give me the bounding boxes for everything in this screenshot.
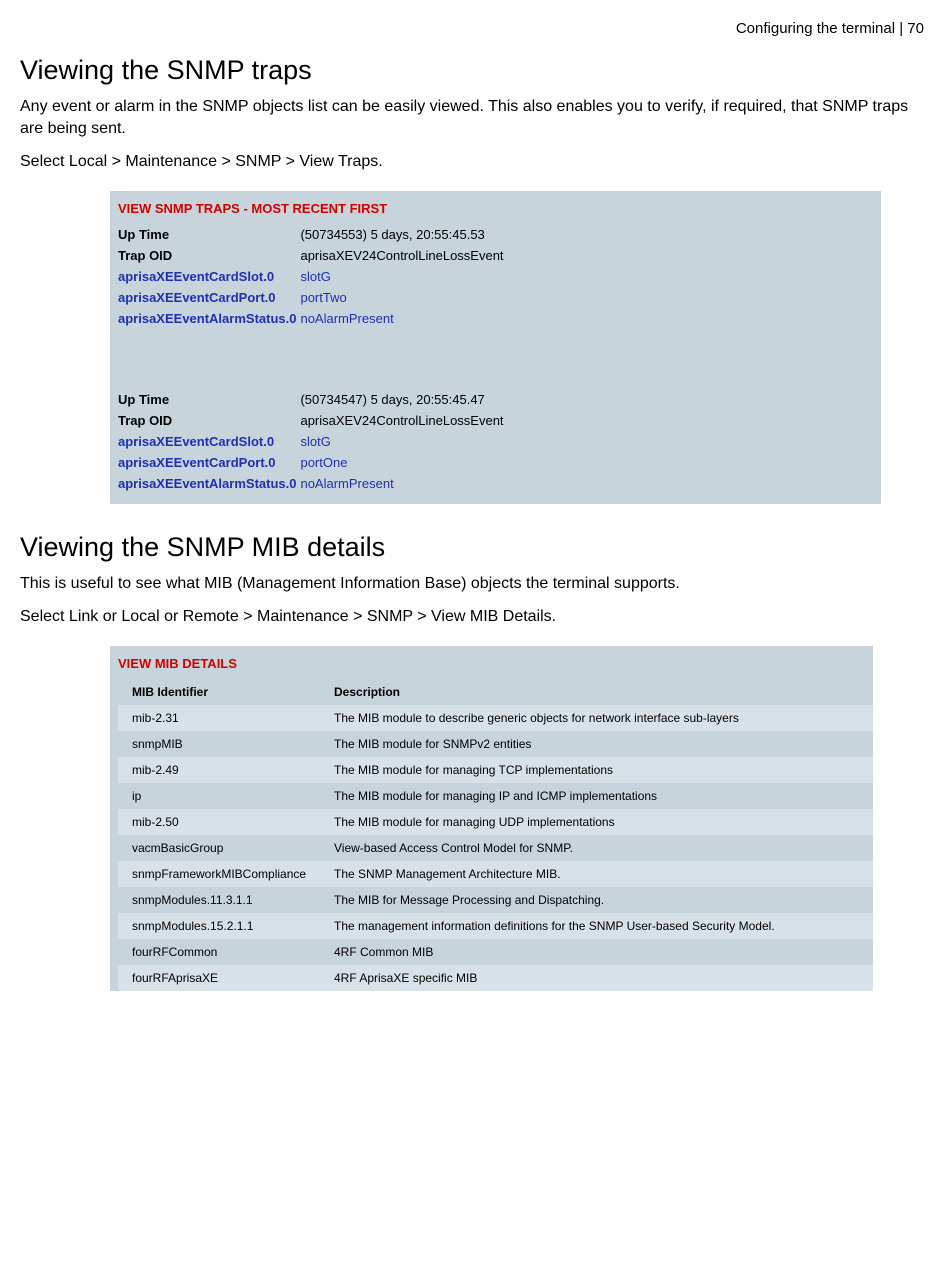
mib-id: ip xyxy=(118,783,328,809)
table-row: snmpModules.11.3.1.1The MIB for Message … xyxy=(118,887,873,913)
mib-desc: The MIB module for managing IP and ICMP … xyxy=(328,783,873,809)
mib-id: mib-2.50 xyxy=(118,809,328,835)
trap-oid-value: aprisaXEV24ControlLineLossEvent xyxy=(300,245,507,266)
mib-desc: View-based Access Control Model for SNMP… xyxy=(328,835,873,861)
table-row: vacmBasicGroupView-based Access Control … xyxy=(118,835,873,861)
mib-id: snmpFrameworkMIBCompliance xyxy=(118,861,328,887)
mib-id: snmpModules.11.3.1.1 xyxy=(118,887,328,913)
cardport-label: aprisaXEEventCardPort.0 xyxy=(118,287,300,308)
page-header-breadcrumb: Configuring the terminal | 70 xyxy=(20,20,924,37)
table-row: snmpModules.15.2.1.1The management infor… xyxy=(118,913,873,939)
col-header-id: MIB Identifier xyxy=(118,679,328,705)
table-row: fourRFCommon4RF Common MIB xyxy=(118,939,873,965)
mib-id: mib-2.31 xyxy=(118,705,328,731)
mib-desc: 4RF AprisaXE specific MIB xyxy=(328,965,873,991)
mib-desc: The MIB module for managing UDP implemen… xyxy=(328,809,873,835)
mib-table: MIB Identifier Description mib-2.31The M… xyxy=(118,679,873,991)
mib-id: snmpModules.15.2.1.1 xyxy=(118,913,328,939)
panel-title: VIEW SNMP TRAPS - MOST RECENT FIRST xyxy=(118,201,873,216)
alarmstatus-value: noAlarmPresent xyxy=(300,308,507,329)
cardport-value: portOne xyxy=(300,452,507,473)
paragraph-nav-path: Select Local > Maintenance > SNMP > View… xyxy=(20,151,924,173)
mib-id: vacmBasicGroup xyxy=(118,835,328,861)
cardslot-label: aprisaXEEventCardSlot.0 xyxy=(118,431,300,452)
table-row: snmpMIBThe MIB module for SNMPv2 entitie… xyxy=(118,731,873,757)
section-heading-mib-details: Viewing the SNMP MIB details xyxy=(20,532,924,563)
table-row: mib-2.49The MIB module for managing TCP … xyxy=(118,757,873,783)
trap-entry-1: Up Time(50734553) 5 days, 20:55:45.53 Tr… xyxy=(118,224,508,329)
uptime-value: (50734553) 5 days, 20:55:45.53 xyxy=(300,224,507,245)
mib-desc: 4RF Common MIB xyxy=(328,939,873,965)
cardslot-label: aprisaXEEventCardSlot.0 xyxy=(118,266,300,287)
trap-oid-label: Trap OID xyxy=(118,410,300,431)
cardport-value: portTwo xyxy=(300,287,507,308)
mib-id: snmpMIB xyxy=(118,731,328,757)
col-header-desc: Description xyxy=(328,679,873,705)
alarmstatus-label: aprisaXEEventAlarmStatus.0 xyxy=(118,308,300,329)
mib-desc: The MIB for Message Processing and Dispa… xyxy=(328,887,873,913)
mib-desc: The management information definitions f… xyxy=(328,913,873,939)
uptime-label: Up Time xyxy=(118,389,300,410)
mib-id: fourRFCommon xyxy=(118,939,328,965)
trap-oid-label: Trap OID xyxy=(118,245,300,266)
alarmstatus-label: aprisaXEEventAlarmStatus.0 xyxy=(118,473,300,494)
table-row: snmpFrameworkMIBComplianceThe SNMP Manag… xyxy=(118,861,873,887)
mib-desc: The SNMP Management Architecture MIB. xyxy=(328,861,873,887)
mib-desc: The MIB module for SNMPv2 entities xyxy=(328,731,873,757)
paragraph: This is useful to see what MIB (Manageme… xyxy=(20,573,924,595)
snmp-traps-panel: VIEW SNMP TRAPS - MOST RECENT FIRST Up T… xyxy=(110,191,881,504)
mib-details-panel: VIEW MIB DETAILS MIB Identifier Descript… xyxy=(110,646,873,991)
table-row: fourRFAprisaXE4RF AprisaXE specific MIB xyxy=(118,965,873,991)
mib-id: fourRFAprisaXE xyxy=(118,965,328,991)
uptime-label: Up Time xyxy=(118,224,300,245)
paragraph: Any event or alarm in the SNMP objects l… xyxy=(20,96,924,139)
trap-oid-value: aprisaXEV24ControlLineLossEvent xyxy=(300,410,507,431)
trap-entry-2: Up Time(50734547) 5 days, 20:55:45.47 Tr… xyxy=(118,389,508,494)
uptime-value: (50734547) 5 days, 20:55:45.47 xyxy=(300,389,507,410)
cardslot-value: slotG xyxy=(300,431,507,452)
mib-desc: The MIB module for managing TCP implemen… xyxy=(328,757,873,783)
table-row: ipThe MIB module for managing IP and ICM… xyxy=(118,783,873,809)
cardport-label: aprisaXEEventCardPort.0 xyxy=(118,452,300,473)
panel-title: VIEW MIB DETAILS xyxy=(118,656,873,671)
mib-id: mib-2.49 xyxy=(118,757,328,783)
paragraph-nav-path: Select Link or Local or Remote > Mainten… xyxy=(20,606,924,628)
alarmstatus-value: noAlarmPresent xyxy=(300,473,507,494)
cardslot-value: slotG xyxy=(300,266,507,287)
mib-table-header: MIB Identifier Description xyxy=(118,679,873,705)
section-heading-snmp-traps: Viewing the SNMP traps xyxy=(20,55,924,86)
mib-desc: The MIB module to describe generic objec… xyxy=(328,705,873,731)
table-row: mib-2.31The MIB module to describe gener… xyxy=(118,705,873,731)
table-row: mib-2.50The MIB module for managing UDP … xyxy=(118,809,873,835)
spacer xyxy=(118,329,873,389)
